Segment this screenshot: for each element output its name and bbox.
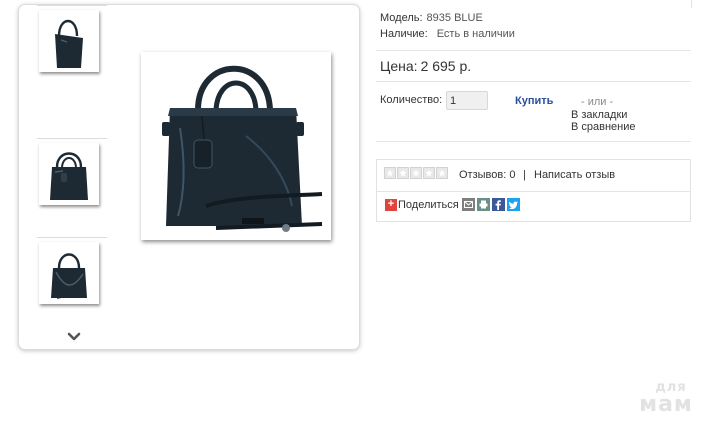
handbag-side-icon (51, 253, 87, 299)
watermark-logo: для мам (634, 381, 698, 416)
rating-stars (384, 167, 448, 179)
divider (376, 81, 691, 82)
divider (376, 141, 691, 142)
quantity-label: Количество: (380, 94, 443, 106)
thumbnail-item (37, 237, 107, 338)
divider (376, 50, 691, 51)
thumbnail-item (37, 5, 107, 106)
product-details: Модель: 8935 BLUE Наличие: Есть в наличии … (376, 0, 692, 230)
divider (691, 0, 692, 8)
carousel-down-arrow[interactable] (63, 327, 85, 347)
twitter-icon[interactable] (506, 198, 520, 211)
buy-button[interactable]: Купить (515, 95, 553, 107)
availability-label: Наличие: (380, 28, 428, 40)
main-product-image[interactable] (141, 52, 331, 240)
thumbnail-1[interactable] (39, 143, 99, 205)
or-separator: - или - (581, 96, 614, 108)
reviews-count-link[interactable]: Отзывов: 0 (459, 169, 515, 181)
availability-row: Наличие: Есть в наличии (380, 28, 515, 40)
write-review-link[interactable]: Написать отзыв (534, 169, 615, 181)
thumbnail-item (37, 138, 107, 239)
share-bar: + Поделиться (385, 198, 520, 211)
product-gallery (18, 4, 360, 350)
chevron-down-icon (67, 332, 81, 341)
quantity-input[interactable] (446, 91, 488, 110)
price-label: Цена: (380, 58, 418, 74)
star-icon (436, 167, 448, 179)
model-value: 8935 BLUE (426, 12, 483, 24)
review-box: Отзывов: 0 | Написать отзыв + Поделиться (376, 159, 691, 222)
mail-icon[interactable] (461, 198, 475, 211)
model-row: Модель: 8935 BLUE (380, 12, 483, 24)
share-plus-icon[interactable]: + (385, 198, 397, 211)
price-value: 2 695 р. (420, 58, 472, 74)
watermark-line-2: мам (639, 392, 693, 417)
handbag-main-image (162, 65, 323, 232)
handbag-angle-icon (55, 19, 83, 68)
add-to-bookmarks-link[interactable]: В закладки (571, 109, 627, 121)
availability-value: Есть в наличии (436, 28, 515, 40)
star-icon (397, 167, 409, 179)
star-icon (410, 167, 422, 179)
facebook-icon[interactable] (491, 198, 505, 211)
price: Цена: 2 695 р. (380, 58, 471, 74)
model-label: Модель: (380, 12, 423, 24)
divider (377, 191, 690, 192)
share-label[interactable]: Поделиться (398, 199, 459, 211)
add-to-compare-link[interactable]: В сравнение (571, 121, 636, 133)
print-icon[interactable] (476, 198, 490, 211)
handbag-front-icon (50, 152, 88, 200)
star-icon (384, 167, 396, 179)
thumbnail-2[interactable] (39, 242, 99, 304)
reviews-separator: | (523, 169, 526, 181)
thumbnail-3[interactable] (39, 10, 99, 72)
thumbnail-carousel (37, 5, 109, 349)
star-icon (423, 167, 435, 179)
